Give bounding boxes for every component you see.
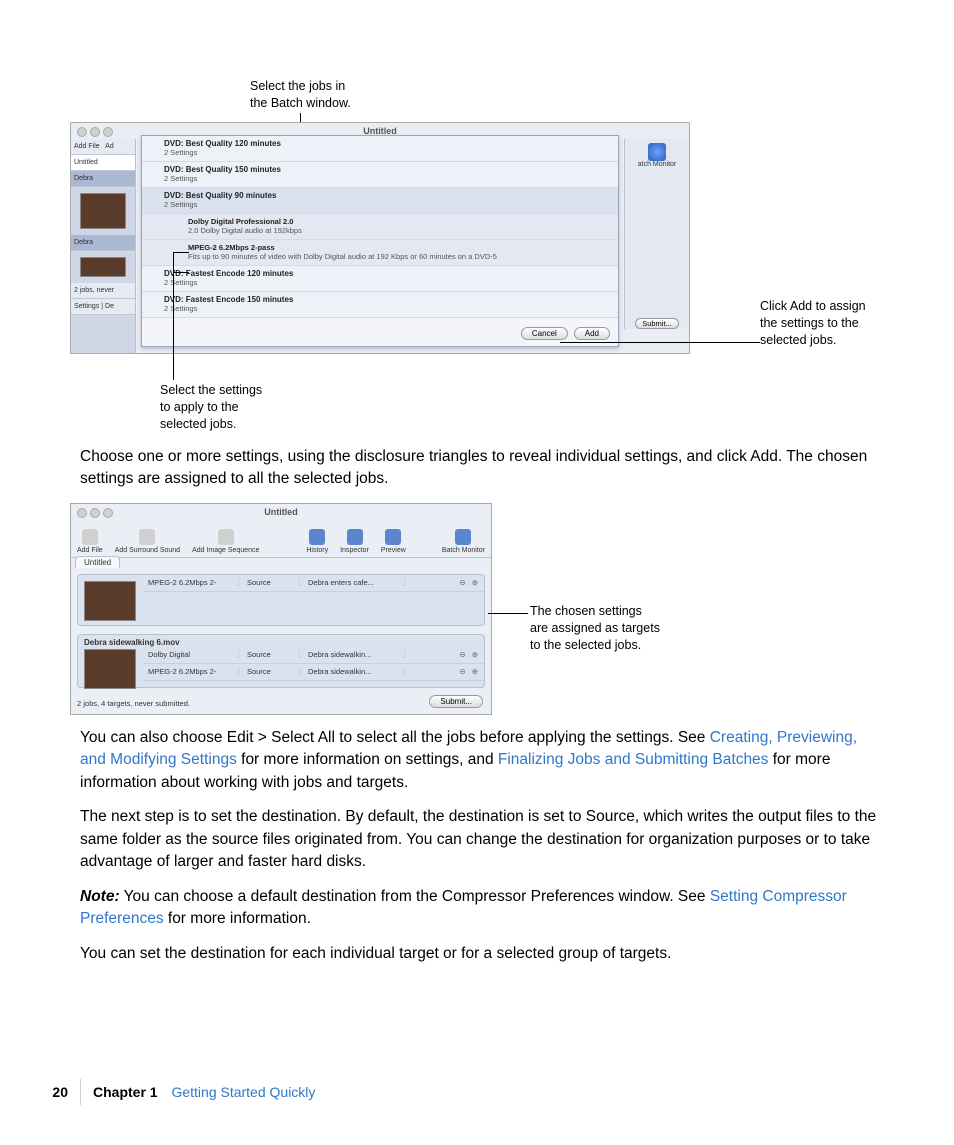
callout-leader [173,252,189,253]
job-name: Debra sidewalking 6.mov [78,635,484,647]
submit-button[interactable]: Submit... [429,695,483,708]
chapter-label: Chapter 1 [93,1084,158,1100]
page-number: 20 [0,1084,80,1100]
paragraph: You can also choose Edit > Select All to… [80,727,884,794]
paragraph: You can set the destination for each ind… [80,943,884,965]
callout-leader [173,354,174,380]
submit-button[interactable]: Submit... [635,318,679,329]
settings-subrow[interactable]: MPEG-2 6.2Mbps 2-passFits up to 90 minut… [142,240,618,266]
thumbnail [84,581,136,621]
tool-add-surround[interactable]: Add Surround Sound [115,529,180,554]
row-buttons[interactable]: ⊖ ⊕ [459,578,484,587]
job-debra-1[interactable]: Debra [71,171,135,187]
tool-add-image-seq[interactable]: Add Image Sequence [192,529,259,554]
page-footer: 20 Chapter 1 Getting Started Quickly [0,1079,954,1105]
tab-untitled[interactable]: Untitled [71,155,135,171]
add-button[interactable]: Add [574,327,610,340]
settings-row[interactable]: DVD: Best Quality 120 minutes2 Settings [142,136,618,162]
tool-preview[interactable]: Preview [381,529,406,554]
callout-targets: The chosen settings are assigned as targ… [530,603,690,654]
settings-row-selected[interactable]: DVD: Best Quality 90 minutes2 Settings [142,188,618,214]
settings-tab[interactable]: Settings | De [71,299,135,315]
thumbnail [84,649,136,689]
tool-add-file[interactable]: Add File [77,529,103,554]
settings-subrow[interactable]: Dolby Digital Professional 2.02.0 Dolby … [142,214,618,240]
callout-add: Click Add to assign the settings to the … [760,298,890,349]
job-debra-2[interactable]: Debra [71,235,135,251]
row-buttons[interactable]: ⊖ ⊕ [459,650,484,659]
target-row[interactable]: Dolby Digital Source Debra sidewalkin...… [144,647,484,664]
batch-monitor-label: atch Monitor [625,161,689,168]
job-card[interactable]: Debra sidewalking 6.mov Dolby Digital So… [77,634,485,688]
figure-batch-dialog: Untitled Add File Ad Untitled Debra Debr… [70,122,690,354]
callout-leader [560,342,760,343]
settings-dialog: DVD: Best Quality 120 minutes2 Settings … [141,135,619,347]
toolbar: Add File Add Surround Sound Add Image Se… [71,520,491,558]
window-title: Untitled [71,507,491,517]
tool-batch-monitor[interactable]: Batch Monitor [442,529,485,554]
callout-leader [173,272,189,273]
thumbnail [80,257,126,277]
chapter-title: Getting Started Quickly [171,1084,315,1100]
tool-inspector[interactable]: Inspector [340,529,369,554]
thumbnail [80,193,126,229]
target-row[interactable]: MPEG-2 6.2Mbps 2- Source Debra enters ca… [144,575,484,592]
paragraph: The next step is to set the destination.… [80,806,884,873]
row-buttons[interactable]: ⊖ ⊕ [459,667,484,676]
settings-row[interactable]: DVD: Fastest Encode 150 minutes2 Setting… [142,292,618,318]
callout-select-settings: Select the settings to apply to the sele… [160,382,262,433]
status-text: 2 jobs, 4 targets, never submitted. [77,699,190,708]
settings-row[interactable]: DVD: Fastest Encode 120 minutes2 Setting… [142,266,618,292]
callout-leader [173,252,174,354]
cancel-button[interactable]: Cancel [521,327,568,340]
settings-row[interactable]: DVD: Best Quality 150 minutes2 Settings [142,162,618,188]
note-paragraph: Note: You can choose a default destinati… [80,886,884,931]
callout-leader [488,613,528,614]
job-card[interactable]: MPEG-2 6.2Mbps 2- Source Debra enters ca… [77,574,485,626]
status-text: 2 jobs, never [71,283,135,299]
note-label: Note: [80,888,120,905]
paragraph: Choose one or more settings, using the d… [80,446,884,491]
figure-batch-window: Untitled Add File Add Surround Sound Add… [70,503,492,715]
target-row[interactable]: MPEG-2 6.2Mbps 2- Source Debra sidewalki… [144,664,484,681]
add-file-button[interactable]: Add File Ad [71,139,135,155]
tab-untitled[interactable]: Untitled [75,556,120,568]
batch-monitor-icon[interactable] [648,143,666,161]
callout-top: Select the jobs in the Batch window. [250,78,351,112]
tool-history[interactable]: History [306,529,328,554]
link-finalizing-jobs[interactable]: Finalizing Jobs and Submitting Batches [498,751,769,768]
